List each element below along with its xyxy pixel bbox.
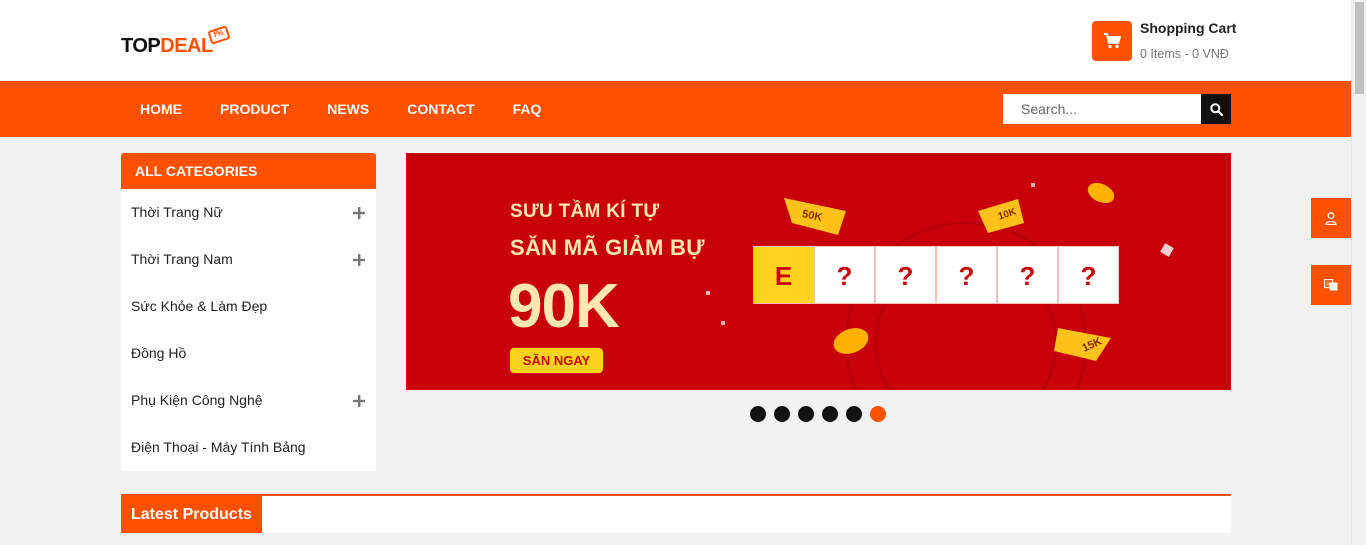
promo-banner[interactable]: 50K 10K 15K SƯU TẦM KÍ TỰ SĂN MÃ GIẢM BỰ… [406,153,1231,390]
categories-header: ALL CATEGORIES [121,153,376,189]
site-logo[interactable]: TOPDEAL f% [121,25,236,59]
category-label: Thời Trang Nam [131,251,233,267]
language-button[interactable]: A [1311,265,1351,305]
logo-text: TOPDEAL [121,35,213,58]
category-item[interactable]: Điện Thoại - Máy Tính Bảng [121,424,376,471]
puzzle-piece: ? [814,246,875,304]
banner-cta-button[interactable]: SĂN NGAY [510,348,603,373]
page-scrollbar[interactable] [1351,0,1366,545]
category-item[interactable]: Thời Trang Nam [121,236,376,283]
nav-home[interactable]: HOME [121,81,201,137]
shopping-cart[interactable]: Shopping Cart 0 Items - 0 VNĐ [1092,20,1236,63]
categories-panel: ALL CATEGORIES Thời Trang Nữ Thời Trang … [121,153,376,471]
search-icon [1209,102,1223,116]
slider-dot[interactable] [846,406,862,422]
nav-product[interactable]: PRODUCT [201,81,308,137]
logo-text-top: TOP [121,35,161,57]
category-item[interactable]: Đồng Hồ [121,330,376,377]
logo-text-deal: DEAL [160,35,213,57]
puzzle-piece: ? [875,246,936,304]
nav-news[interactable]: NEWS [308,81,388,137]
banner-amount: 90K [508,272,620,341]
category-label: Đồng Hồ [131,345,187,361]
cart-button[interactable] [1092,21,1132,61]
puzzle-piece: ? [997,246,1058,304]
puzzle-piece: ? [1058,246,1119,304]
puzzle-row: E ? ? ? ? ? [753,246,1119,304]
user-icon [1325,211,1337,225]
nav-faq[interactable]: FAQ [494,81,561,137]
cart-icon [1104,33,1121,49]
search-input[interactable] [1003,94,1201,124]
plus-icon[interactable] [352,377,366,424]
cart-summary: 0 Items - 0 VNĐ [1140,47,1229,61]
logo-badge-text: f% [212,27,225,40]
latest-products-bar: Latest Products [121,494,1231,533]
search-bar [1003,94,1231,124]
slider-dot[interactable] [774,406,790,422]
puzzle-piece: E [753,246,814,304]
banner-line1: SƯU TẦM KÍ TỰ [510,201,660,222]
nav-menu: HOME PRODUCT NEWS CONTACT FAQ [121,81,560,137]
nav-contact[interactable]: CONTACT [388,81,493,137]
categories-list: Thời Trang Nữ Thời Trang Nam Sức Khỏe & … [121,189,376,471]
search-button[interactable] [1201,94,1231,124]
logo-tag-icon: f% [207,25,231,45]
category-item[interactable]: Sức Khỏe & Làm Đẹp [121,283,376,330]
scrollbar-thumb[interactable] [1355,2,1364,94]
category-item[interactable]: Thời Trang Nữ [121,189,376,236]
category-label: Thời Trang Nữ [131,204,223,220]
svg-text:A: A [1326,282,1330,288]
translate-icon: A [1324,279,1338,291]
plus-icon[interactable] [352,236,366,283]
slider-dot-active[interactable] [870,406,886,422]
category-label: Phụ Kiện Công Nghệ [131,392,263,408]
slider-dot[interactable] [798,406,814,422]
account-button[interactable] [1311,198,1351,238]
slider-dot[interactable] [750,406,766,422]
banner-line2: SĂN MÃ GIẢM BỰ [510,235,705,260]
puzzle-piece: ? [936,246,997,304]
slider-pagination [750,406,886,422]
slider-dot[interactable] [822,406,838,422]
cart-title[interactable]: Shopping Cart [1140,20,1236,36]
latest-products-tab[interactable]: Latest Products [121,496,262,533]
main-navigation: HOME PRODUCT NEWS CONTACT FAQ [0,81,1351,137]
category-item[interactable]: Phụ Kiện Công Nghệ [121,377,376,424]
category-label: Sức Khỏe & Làm Đẹp [131,298,268,314]
site-header: TOPDEAL f% Shopping Cart 0 Items - 0 VNĐ [0,0,1351,81]
plus-icon[interactable] [352,189,366,236]
category-label: Điện Thoại - Máy Tính Bảng [131,439,306,455]
